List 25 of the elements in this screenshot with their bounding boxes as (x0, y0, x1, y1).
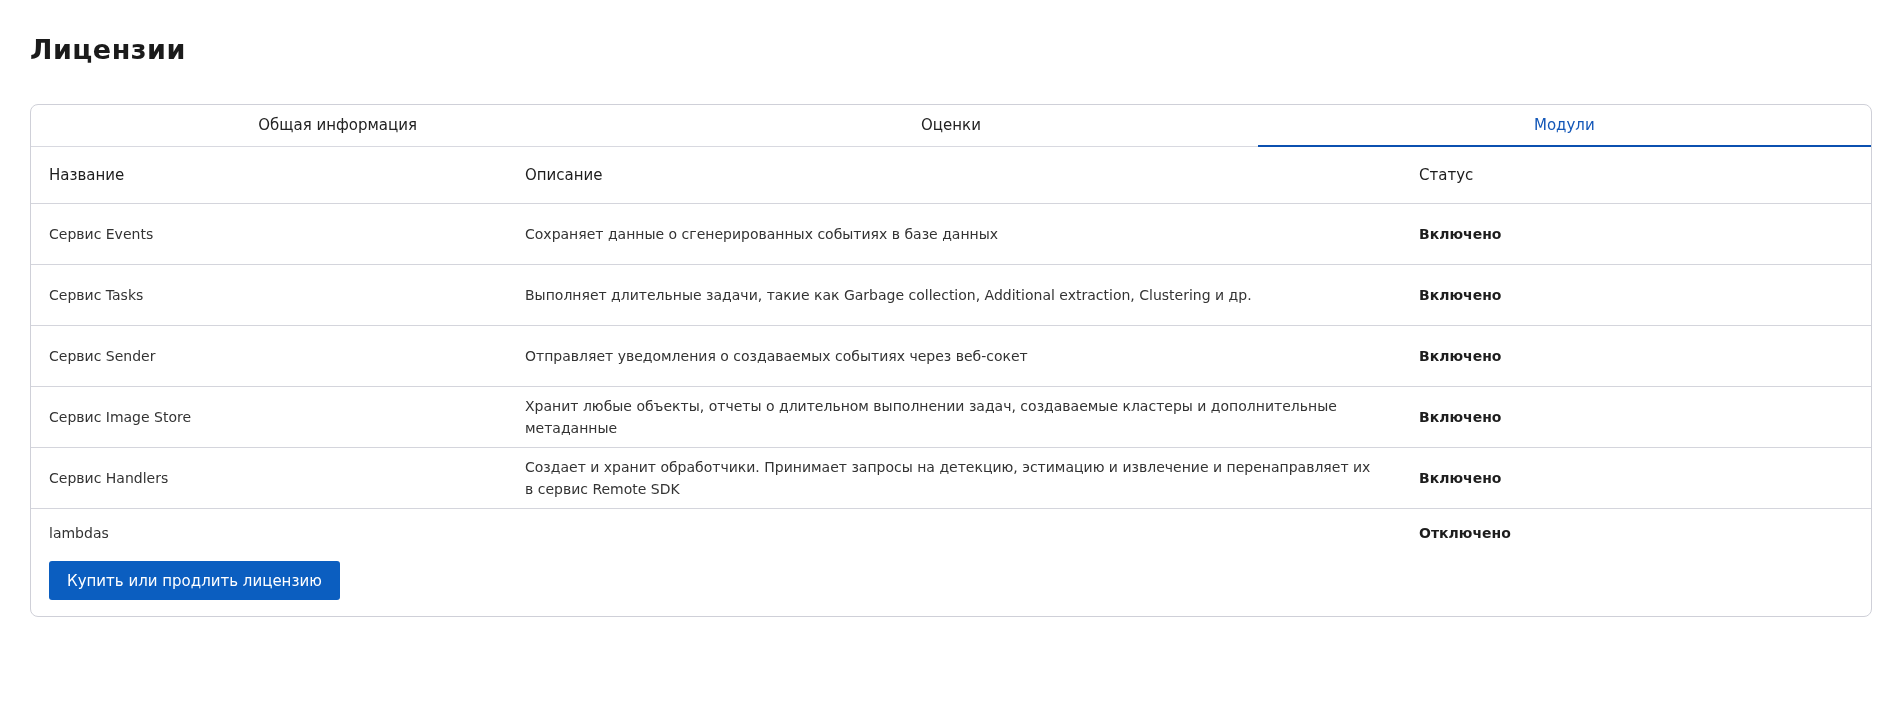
module-name: lambdas (48, 524, 110, 543)
tab[interactable]: Модули (1257, 105, 1871, 147)
module-name: Сервис Sender (31, 326, 507, 387)
module-description: Отправляет уведомления о создаваемых событиях через веб-сокет (525, 347, 1028, 366)
module-name: Сервис Events (31, 204, 507, 265)
module-status: Включено (1401, 326, 1871, 387)
module-description: Создает и хранит обработчики. Принимает запросы на детекцию, эстимацию и извлечение и перенаправляет их в сервис Remote SDK (525, 458, 1372, 499)
module-description: Сохраняет данные о сгенерированных событиях в базе данных (525, 225, 999, 244)
page-title: Лицензии (30, 33, 187, 67)
module-status: Включено (1401, 387, 1871, 448)
column-header: Статус (1401, 147, 1871, 204)
tab[interactable]: Оценки (644, 105, 1258, 147)
module-name: Сервис Handlers (31, 448, 507, 509)
module-description: Хранит любые объекты, отчеты о длительном выполнении задач, создаваемые кластеры и дополнительные метаданные (525, 397, 1338, 438)
column-header: Описание (507, 147, 1401, 204)
buy-license-button[interactable]: Купить или продлить лицензию (49, 561, 340, 600)
tab[interactable]: Общая информация (31, 105, 645, 147)
column-header: Название (31, 147, 507, 204)
module-status: Включено (1401, 448, 1871, 509)
module-status: Отключено (1418, 524, 1512, 543)
module-status: Включено (1401, 204, 1871, 265)
module-name: Сервис Tasks (31, 265, 507, 326)
module-status: Включено (1401, 265, 1871, 326)
module-name: Сервис Image Store (31, 387, 507, 448)
module-description: Выполняет длительные задачи, такие как Garbage collection, Additional extraction, Clustering и др. (525, 286, 1252, 305)
